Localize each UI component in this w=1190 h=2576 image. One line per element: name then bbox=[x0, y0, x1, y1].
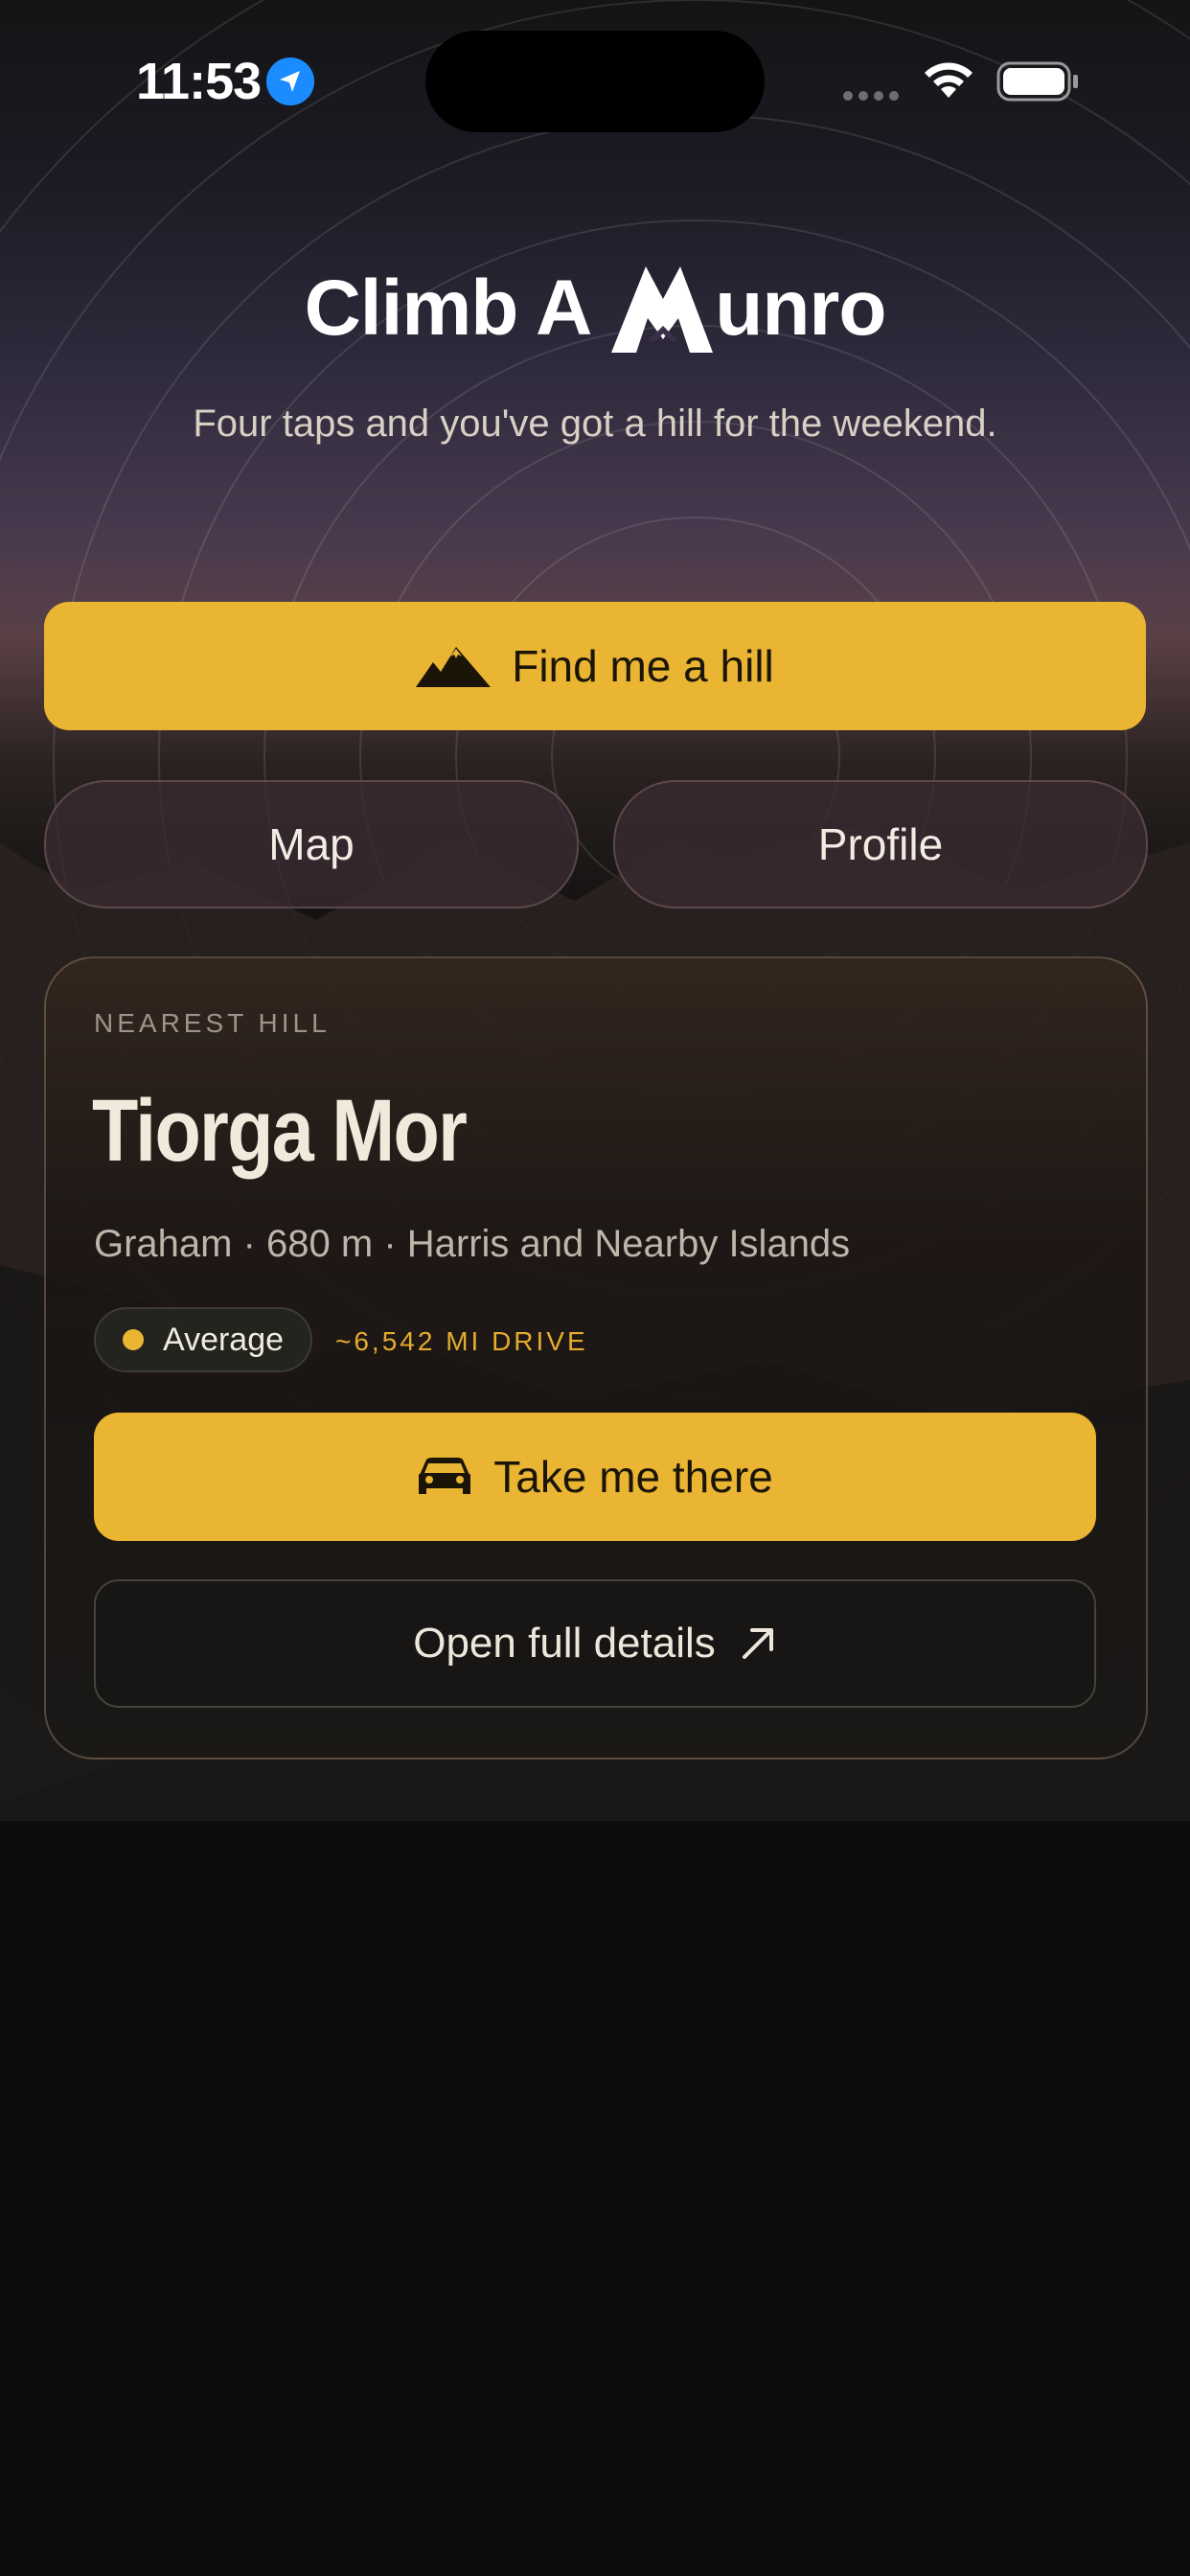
profile-button[interactable]: Profile bbox=[613, 780, 1148, 908]
open-full-details-label: Open full details bbox=[413, 1620, 716, 1667]
nearest-hill-card: NEAREST HILL Tiorga Mor Graham · 680 m ·… bbox=[44, 956, 1148, 1760]
mountains-icon bbox=[416, 647, 492, 687]
dynamic-island bbox=[425, 31, 765, 132]
car-icon bbox=[419, 1458, 471, 1494]
difficulty-label: Average bbox=[163, 1321, 285, 1358]
map-label: Map bbox=[268, 819, 355, 869]
status-time: 11:53 bbox=[136, 53, 262, 110]
status-bar: 11:53 bbox=[0, 0, 1190, 163]
drive-distance: ~6,542 MI DRIVE bbox=[335, 1326, 588, 1356]
location-arrow-icon bbox=[266, 58, 314, 105]
take-me-there-button[interactable]: Take me there bbox=[94, 1413, 1096, 1541]
wifi-icon bbox=[925, 62, 973, 98]
battery-icon bbox=[996, 61, 1078, 102]
logo-text-right: unro bbox=[715, 264, 886, 352]
difficulty-badge: Average bbox=[94, 1307, 312, 1372]
profile-label: Profile bbox=[817, 819, 944, 869]
hill-meta: Graham · 680 m · Harris and Nearby Islan… bbox=[94, 1223, 851, 1265]
difficulty-dot-icon bbox=[123, 1329, 144, 1350]
hill-name: Tiorga Mor bbox=[92, 1082, 468, 1180]
map-button[interactable]: Map bbox=[44, 780, 579, 908]
app-logo: Climb A unro bbox=[0, 261, 1190, 376]
card-eyebrow: NEAREST HILL bbox=[94, 1008, 331, 1038]
cellular-signal-icon bbox=[843, 88, 904, 105]
take-me-there-label: Take me there bbox=[493, 1452, 773, 1502]
find-hill-button[interactable]: Find me a hill bbox=[44, 602, 1146, 730]
external-arrow-icon bbox=[742, 1628, 773, 1659]
find-hill-label: Find me a hill bbox=[512, 641, 774, 691]
tagline: Four taps and you've got a hill for the … bbox=[193, 402, 997, 445]
mountain-m-logo-icon bbox=[610, 266, 713, 353]
open-full-details-button[interactable]: Open full details bbox=[94, 1579, 1096, 1708]
logo-text-left: Climb A bbox=[304, 264, 593, 352]
